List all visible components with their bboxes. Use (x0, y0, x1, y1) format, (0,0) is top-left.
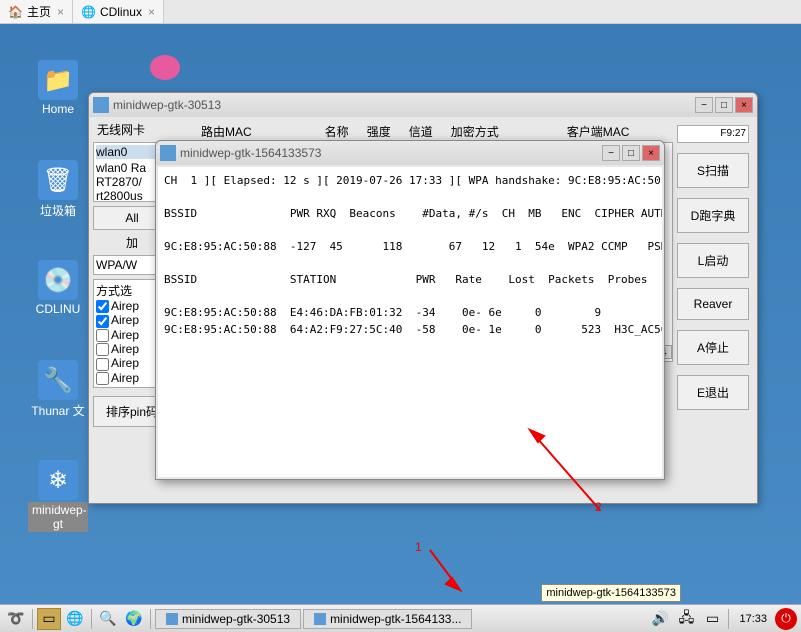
annotation-label-1: 1 (415, 540, 422, 554)
tab-label: 主页 (27, 3, 51, 20)
disc-icon (38, 260, 78, 300)
trash-icon (38, 160, 78, 200)
icon-label: 垃圾箱 (28, 202, 88, 219)
close-icon[interactable]: × (148, 5, 155, 19)
taskbar: ➰ ▭ 🌐 🔍 🌍 minidwep-gtk-30513 minidwep-gt… (0, 604, 801, 632)
taskbar-item-term[interactable]: minidwep-gtk-1564133... (303, 609, 472, 629)
taskbar-item-label: minidwep-gtk-1564133... (330, 612, 461, 626)
browser-tab-bar: 🏠 主页 × 🌐 CDlinux × (0, 0, 801, 24)
checkbox[interactable] (96, 315, 109, 328)
snowflake-icon (38, 460, 78, 500)
search-icon[interactable]: 🔍 (96, 608, 120, 630)
app-icon (314, 613, 326, 625)
volume-icon[interactable]: 🔊 (648, 608, 672, 630)
taskbar-tooltip: minidwep-gtk-1564133573 (541, 584, 681, 602)
col-client-mac: 客户端MAC (567, 123, 630, 140)
checkbox[interactable] (96, 343, 109, 356)
separator (91, 609, 92, 629)
nic-label: 无线网卡 (93, 121, 171, 138)
terminal-icon[interactable]: ▭ (37, 608, 61, 630)
reaver-button[interactable]: Reaver (677, 288, 749, 320)
icon-label: Home (28, 102, 88, 116)
tab-cdlinux[interactable]: 🌐 CDlinux × (73, 0, 164, 23)
app-icon (166, 613, 178, 625)
logo-icon[interactable]: ➰ (4, 608, 28, 630)
close-button[interactable]: × (642, 145, 660, 161)
separator (150, 609, 151, 629)
titlebar[interactable]: minidwep-gtk-1564133573 − □ × (156, 141, 664, 165)
right-panel: F9:27 S扫描 D跑字典 L启动 Reaver A停止 E退出 (673, 121, 753, 499)
launch-button[interactable]: L启动 (677, 243, 749, 278)
checkbox[interactable] (96, 358, 109, 371)
icon-label: CDLINU (28, 302, 88, 316)
separator (32, 609, 33, 629)
clock[interactable]: 17:33 (733, 613, 773, 625)
col-channel: 信道 (409, 123, 433, 140)
window-title: minidwep-gtk-1564133573 (180, 146, 602, 160)
browser-icon[interactable]: 🌐 (63, 608, 87, 630)
window-terminal: minidwep-gtk-1564133573 − □ × CH 1 ][ El… (155, 140, 665, 480)
col-enc: 加密方式 (451, 123, 499, 140)
power-button[interactable]: ⏻ (775, 608, 797, 630)
checkbox[interactable] (96, 372, 109, 385)
wrench-icon (38, 360, 78, 400)
network-icon[interactable]: 🖧 (674, 608, 698, 630)
maximize-button[interactable]: □ (715, 97, 733, 113)
stop-button[interactable]: A停止 (677, 330, 749, 365)
checkbox[interactable] (96, 300, 109, 313)
col-strength: 强度 (367, 123, 391, 140)
home-icon: 🏠 (8, 5, 23, 19)
icon-label: Thunar 文 (28, 402, 88, 419)
desktop-icon-thunar[interactable]: Thunar 文 (28, 360, 88, 419)
globe-icon[interactable]: 🌍 (122, 608, 146, 630)
taskbar-item-label: minidwep-gtk-30513 (182, 612, 290, 626)
decorative-icon (150, 55, 180, 80)
exit-button[interactable]: E退出 (677, 375, 749, 410)
app-icon (93, 97, 109, 113)
close-button[interactable]: × (735, 97, 753, 113)
desktop-icon-trash[interactable]: 垃圾箱 (28, 160, 88, 219)
tab-label: CDlinux (100, 5, 142, 19)
titlebar[interactable]: minidwep-gtk-30513 − □ × (89, 93, 757, 117)
desktop-icon-home[interactable]: Home (28, 60, 88, 116)
separator (728, 609, 729, 629)
tab-home[interactable]: 🏠 主页 × (0, 0, 73, 23)
tray-icon[interactable]: ▭ (700, 608, 724, 630)
icon-label: minidwep-gt (28, 502, 88, 532)
dictionary-button[interactable]: D跑字典 (677, 198, 749, 233)
globe-icon: 🌐 (81, 5, 96, 19)
annotation-label-2: 2 (595, 500, 602, 514)
minimize-button[interactable]: − (695, 97, 713, 113)
folder-icon (38, 60, 78, 100)
desktop-icon-minidwep[interactable]: minidwep-gt (28, 460, 88, 532)
desktop-icon-cdlinux[interactable]: CDLINU (28, 260, 88, 316)
maximize-button[interactable]: □ (622, 145, 640, 161)
scan-button[interactable]: S扫描 (677, 153, 749, 188)
minimize-button[interactable]: − (602, 145, 620, 161)
col-name: 名称 (325, 123, 349, 140)
app-icon (160, 145, 176, 161)
checkbox[interactable] (96, 329, 109, 342)
window-title: minidwep-gtk-30513 (113, 98, 695, 112)
col-router-mac: 路由MAC (201, 123, 252, 140)
client-mac-display: F9:27 (677, 125, 749, 143)
close-icon[interactable]: × (57, 5, 64, 19)
terminal-output[interactable]: CH 1 ][ Elapsed: 12 s ][ 2019-07-26 17:3… (158, 167, 662, 477)
taskbar-item-main[interactable]: minidwep-gtk-30513 (155, 609, 301, 629)
column-headers: 路由MAC 名称 强度 信道 加密方式 客户端MAC (171, 121, 673, 142)
